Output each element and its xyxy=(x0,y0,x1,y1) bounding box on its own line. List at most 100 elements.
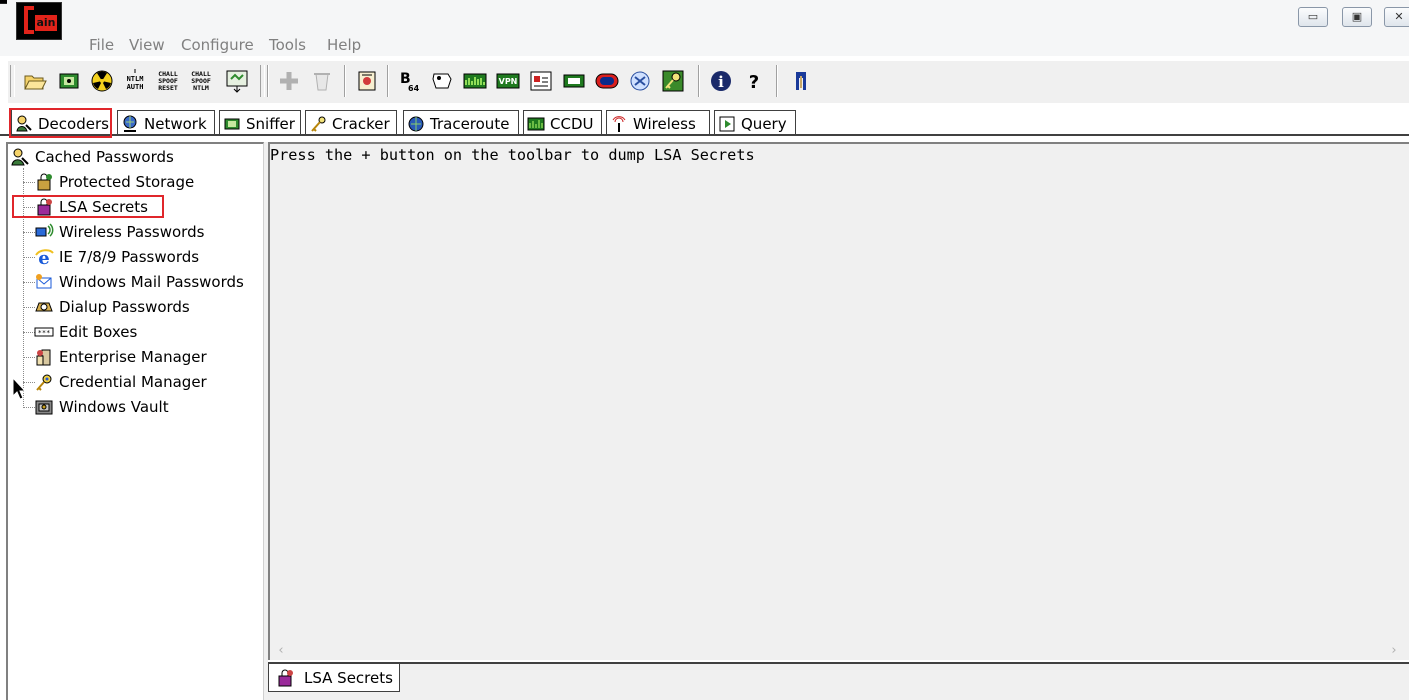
open-icon[interactable] xyxy=(22,68,48,94)
restore-button[interactable]: ▣ xyxy=(1342,7,1372,27)
apr-icon[interactable] xyxy=(89,68,115,94)
tab-label: Sniffer xyxy=(246,114,295,133)
tree-label: Credential Manager xyxy=(59,373,207,391)
tree-label: Dialup Passwords xyxy=(59,298,190,316)
scroll-left-icon[interactable]: ‹ xyxy=(272,642,290,660)
network-icon xyxy=(121,115,139,133)
card-icon[interactable] xyxy=(561,68,587,94)
minimize-button[interactable]: ▭ xyxy=(1298,7,1328,27)
svg-text:AUTH: AUTH xyxy=(127,83,144,91)
svg-text:***: *** xyxy=(38,329,51,337)
chall-spoof-ntlm-icon[interactable]: CHALL SPOOF NTLM xyxy=(188,68,214,94)
results-panel[interactable]: Press the + button on the toolbar to dum… xyxy=(268,142,1409,642)
tree-item-windows-mail-passwords[interactable]: Windows Mail Passwords xyxy=(34,271,244,293)
system-menu-icon[interactable]: ▀ xyxy=(0,0,12,10)
bottom-tab-label: LSA Secrets xyxy=(304,668,393,687)
tree-label: Cached Passwords xyxy=(35,148,174,166)
tab-strip: Decoders Network Sniffer Cracker Tracero… xyxy=(0,106,1409,138)
tab-label: Cracker xyxy=(332,114,390,133)
hash-calculator-icon[interactable] xyxy=(429,68,455,94)
export-icon[interactable] xyxy=(224,68,250,94)
tab-strip-border xyxy=(0,134,1409,136)
protected-storage-icon xyxy=(34,172,54,192)
menu-view[interactable]: View xyxy=(129,36,165,54)
tree-item-enterprise-manager[interactable]: Enterprise Manager xyxy=(34,346,207,368)
menu-configure[interactable]: Configure xyxy=(181,36,254,54)
tree-item-dialup-passwords[interactable]: Dialup Passwords xyxy=(34,296,190,318)
rdp-icon[interactable] xyxy=(528,68,554,94)
tree-item-credential-manager[interactable]: Credential Manager xyxy=(34,371,207,393)
wireless-icon xyxy=(610,115,628,133)
exit-icon[interactable] xyxy=(788,68,814,94)
tab-label: Wireless xyxy=(633,114,696,133)
tab-query[interactable]: Query xyxy=(714,110,796,136)
tab-ccdu[interactable]: CCDU xyxy=(523,110,602,136)
cached-passwords-icon xyxy=(10,147,30,167)
tab-sniffer[interactable]: Sniffer xyxy=(219,110,301,136)
tree-item-lsa-secrets[interactable]: LSA Secrets xyxy=(34,196,148,218)
horizontal-scrollbar[interactable]: ‹ › xyxy=(268,642,1409,660)
add-icon[interactable] xyxy=(276,68,302,94)
network-monitor-icon[interactable] xyxy=(462,68,488,94)
cisco-icon[interactable] xyxy=(627,68,653,94)
svg-text:NTLM: NTLM xyxy=(193,84,209,92)
scroll-right-icon[interactable]: › xyxy=(1385,642,1403,660)
tree-item-windows-vault[interactable]: Windows Vault xyxy=(34,396,169,418)
tree-label: LSA Secrets xyxy=(59,198,148,216)
tab-cracker[interactable]: Cracker xyxy=(305,110,397,136)
tree-label: Edit Boxes xyxy=(59,323,138,341)
tree-item-ie-passwords[interactable]: e IE 7/8/9 Passwords xyxy=(34,246,199,268)
info-icon[interactable]: i xyxy=(708,68,734,94)
toolbar-grip[interactable] xyxy=(10,65,15,97)
wireless-passwords-icon xyxy=(34,222,54,242)
instruction-message: Press the + button on the toolbar to dum… xyxy=(270,146,755,164)
credential-manager-icon xyxy=(34,372,54,392)
vpn-icon[interactable]: VPN xyxy=(495,68,521,94)
toolbar-grip-2[interactable] xyxy=(260,65,265,97)
certificate-icon[interactable] xyxy=(354,68,380,94)
traceroute-icon xyxy=(407,115,425,133)
decoders-icon xyxy=(15,115,33,133)
remove-icon[interactable] xyxy=(309,68,335,94)
ccdu-icon xyxy=(527,115,545,133)
menu-file[interactable]: File xyxy=(89,36,114,54)
toolbar: NTLM AUTH CHALL SPOOF RESET CHALL SPOOF NTLM … xyxy=(8,60,1409,103)
tree-label: Wireless Passwords xyxy=(59,223,205,241)
base64-icon[interactable]: B 64 xyxy=(396,68,422,94)
bottom-tab-strip: LSA Secrets xyxy=(268,664,1409,700)
sniffer-start-icon[interactable] xyxy=(56,68,82,94)
tab-label: Traceroute xyxy=(430,114,510,133)
menu-bar: File View Configure Tools Help xyxy=(0,34,1409,56)
tree-label: Windows Mail Passwords xyxy=(59,273,244,291)
title-bar: ▀ ▭ ▣ ✕ xyxy=(0,0,1409,34)
logo-text: ain xyxy=(35,15,57,31)
tab-network[interactable]: Network xyxy=(117,110,215,136)
tree-root-cached-passwords[interactable]: Cached Passwords xyxy=(10,146,174,168)
ntlm-auth-icon[interactable]: NTLM AUTH xyxy=(122,68,148,94)
menu-tools[interactable]: Tools xyxy=(269,36,306,54)
mouse-cursor-icon xyxy=(12,376,27,401)
svg-text:64: 64 xyxy=(408,84,420,93)
help-icon[interactable]: ? xyxy=(741,68,767,94)
tab-traceroute[interactable]: Traceroute xyxy=(403,110,519,136)
tree-item-protected-storage[interactable]: Protected Storage xyxy=(34,171,194,193)
bottom-tab-lsa-secrets[interactable]: LSA Secrets xyxy=(268,664,400,692)
close-button[interactable]: ✕ xyxy=(1384,7,1409,27)
oracle-icon[interactable] xyxy=(594,68,620,94)
key-icon[interactable] xyxy=(660,68,686,94)
query-icon xyxy=(718,115,736,133)
windows-vault-icon xyxy=(34,397,54,417)
toolbar-separator xyxy=(776,65,778,97)
svg-text:NTLM: NTLM xyxy=(127,75,144,83)
tab-wireless[interactable]: Wireless xyxy=(606,110,710,136)
chall-spoof-reset-icon[interactable]: CHALL SPOOF RESET xyxy=(155,68,181,94)
tree-item-wireless-passwords[interactable]: Wireless Passwords xyxy=(34,221,204,243)
sniffer-icon xyxy=(223,115,241,133)
svg-text:VPN: VPN xyxy=(499,77,518,86)
tree-item-edit-boxes[interactable]: *** Edit Boxes xyxy=(34,321,137,343)
tab-label: Decoders xyxy=(38,114,109,133)
toolbar-separator xyxy=(344,65,346,97)
menu-help[interactable]: Help xyxy=(327,36,361,54)
tree-label: Protected Storage xyxy=(59,173,195,191)
svg-text:RESET: RESET xyxy=(158,84,178,92)
